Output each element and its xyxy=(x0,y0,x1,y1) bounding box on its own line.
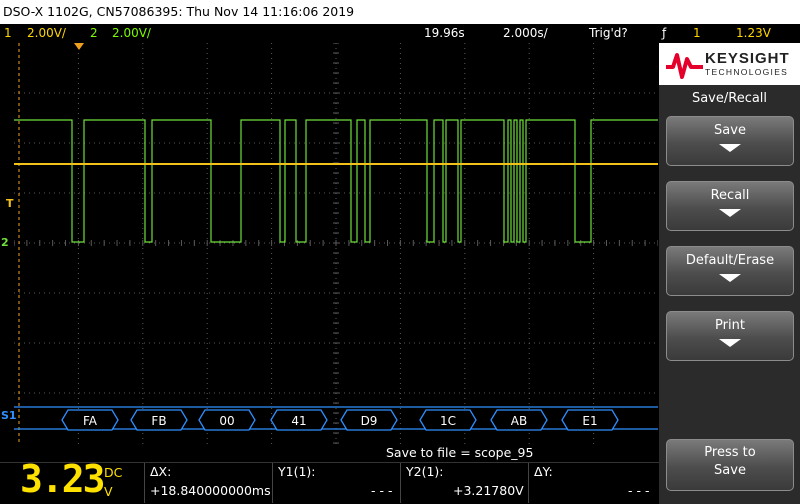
chevron-down-icon xyxy=(719,339,741,347)
ch1-scale[interactable]: 2.00V/ xyxy=(27,24,66,42)
chevron-down-icon xyxy=(719,209,741,217)
window-title: DSO-X 1102G, CN57086395: Thu Nov 14 11:1… xyxy=(0,0,800,24)
serial-decode-row: FA FB 00 41 D9 1C AB E1 xyxy=(61,409,619,431)
waveform-display[interactable]: FA FB 00 41 D9 1C AB E1 xyxy=(14,43,658,445)
default-erase-softkey[interactable]: Default/Erase xyxy=(666,246,794,296)
print-softkey-label: Print xyxy=(715,318,745,333)
divider xyxy=(400,463,401,503)
decode-byte-label: AB xyxy=(511,414,527,428)
timebase[interactable]: 2.000s/ xyxy=(503,24,548,42)
recall-softkey[interactable]: Recall xyxy=(666,181,794,231)
softkey-panel: KEYSIGHT TECHNOLOGIES Save/Recall Save R… xyxy=(659,43,800,504)
chevron-down-icon xyxy=(719,144,741,152)
decode-byte-label: FA xyxy=(83,414,98,428)
keysight-logo: KEYSIGHT TECHNOLOGIES xyxy=(659,43,800,85)
y2-label: Y2(1): xyxy=(406,464,444,479)
delta-x-value: +18.840000000ms xyxy=(150,483,271,498)
keysight-wave-icon xyxy=(666,53,703,79)
brand-subtitle: TECHNOLOGIES xyxy=(705,67,789,77)
divider xyxy=(272,463,273,503)
y2-value: +3.21780V xyxy=(453,483,524,498)
press-to-save-line2: Save xyxy=(714,463,746,478)
serial-bus-marker[interactable]: S1 xyxy=(1,409,17,422)
press-to-save-line1: Press to xyxy=(704,445,756,460)
decode-byte-label: FB xyxy=(151,414,166,428)
divider xyxy=(144,463,145,503)
unit-label: V xyxy=(104,484,113,499)
delta-y-value: - - - xyxy=(628,483,650,498)
divider xyxy=(528,463,529,503)
trigger-level-readout: 3.23 xyxy=(20,457,106,501)
coupling-label: DC xyxy=(104,465,123,480)
measurement-bar: Save to file = scope_95 3.23 DC V ΔX: +1… xyxy=(0,445,659,504)
trigger-slope-icon[interactable]: ƒ xyxy=(662,24,666,42)
menu-title: Save/Recall xyxy=(691,91,768,106)
save-to-file-status: Save to file = scope_95 xyxy=(386,445,534,460)
trigger-position-marker[interactable] xyxy=(74,43,84,50)
ch2-number[interactable]: 2 xyxy=(90,24,98,42)
press-to-save-softkey[interactable]: Press to Save xyxy=(666,439,794,491)
print-softkey[interactable]: Print xyxy=(666,311,794,361)
ch2-scale[interactable]: 2.00V/ xyxy=(112,24,151,42)
grid-lines xyxy=(14,43,658,445)
ch1-number[interactable]: 1 xyxy=(4,24,12,42)
chevron-down-icon xyxy=(719,274,741,282)
y1-value: - - - xyxy=(371,483,393,498)
y1-label: Y1(1): xyxy=(278,464,316,479)
delta-x-label: ΔX: xyxy=(150,464,172,479)
default-erase-softkey-label: Default/Erase xyxy=(685,253,775,268)
decode-byte-label: D9 xyxy=(361,414,378,428)
ch2-ground-marker[interactable]: 2 xyxy=(1,236,9,249)
horizontal-delay[interactable]: 19.96s xyxy=(424,24,465,42)
save-softkey[interactable]: Save xyxy=(666,116,794,166)
trigger-state: Trig'd? xyxy=(589,26,628,40)
recall-softkey-label: Recall xyxy=(710,188,750,203)
brand-name: KEYSIGHT xyxy=(705,50,790,67)
decode-byte-label: 00 xyxy=(219,414,234,428)
save-softkey-label: Save xyxy=(714,123,746,138)
decode-byte-label: E1 xyxy=(582,414,597,428)
waveform-graticule: FA FB 00 41 D9 1C AB E1 xyxy=(14,43,658,445)
trigger-level[interactable]: 1.23V xyxy=(736,24,771,42)
trigger-level-marker[interactable]: T xyxy=(6,197,14,210)
delta-y-label: ΔY: xyxy=(534,464,553,479)
channel-status-bar: 1 2.00V/ 2 2.00V/ 19.96s 2.000s/ Trig'd?… xyxy=(0,24,800,42)
decode-byte-label: 41 xyxy=(291,414,306,428)
trigger-source[interactable]: 1 xyxy=(693,24,701,42)
decode-byte-label: 1C xyxy=(440,414,456,428)
